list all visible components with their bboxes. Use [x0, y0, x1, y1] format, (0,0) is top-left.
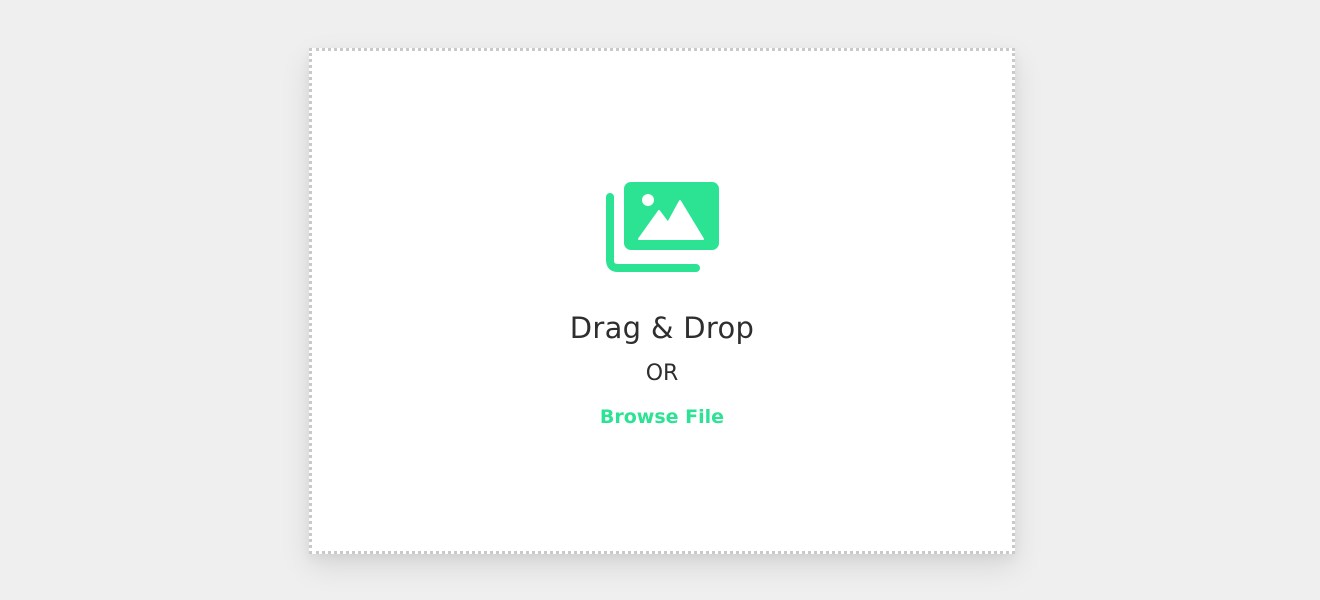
images-icon — [606, 182, 719, 272]
file-dropzone[interactable]: Drag & Drop OR Browse File — [309, 48, 1015, 554]
or-separator: OR — [645, 361, 679, 386]
drag-drop-title: Drag & Drop — [569, 311, 755, 345]
browse-file-button[interactable]: Browse File — [600, 403, 724, 431]
